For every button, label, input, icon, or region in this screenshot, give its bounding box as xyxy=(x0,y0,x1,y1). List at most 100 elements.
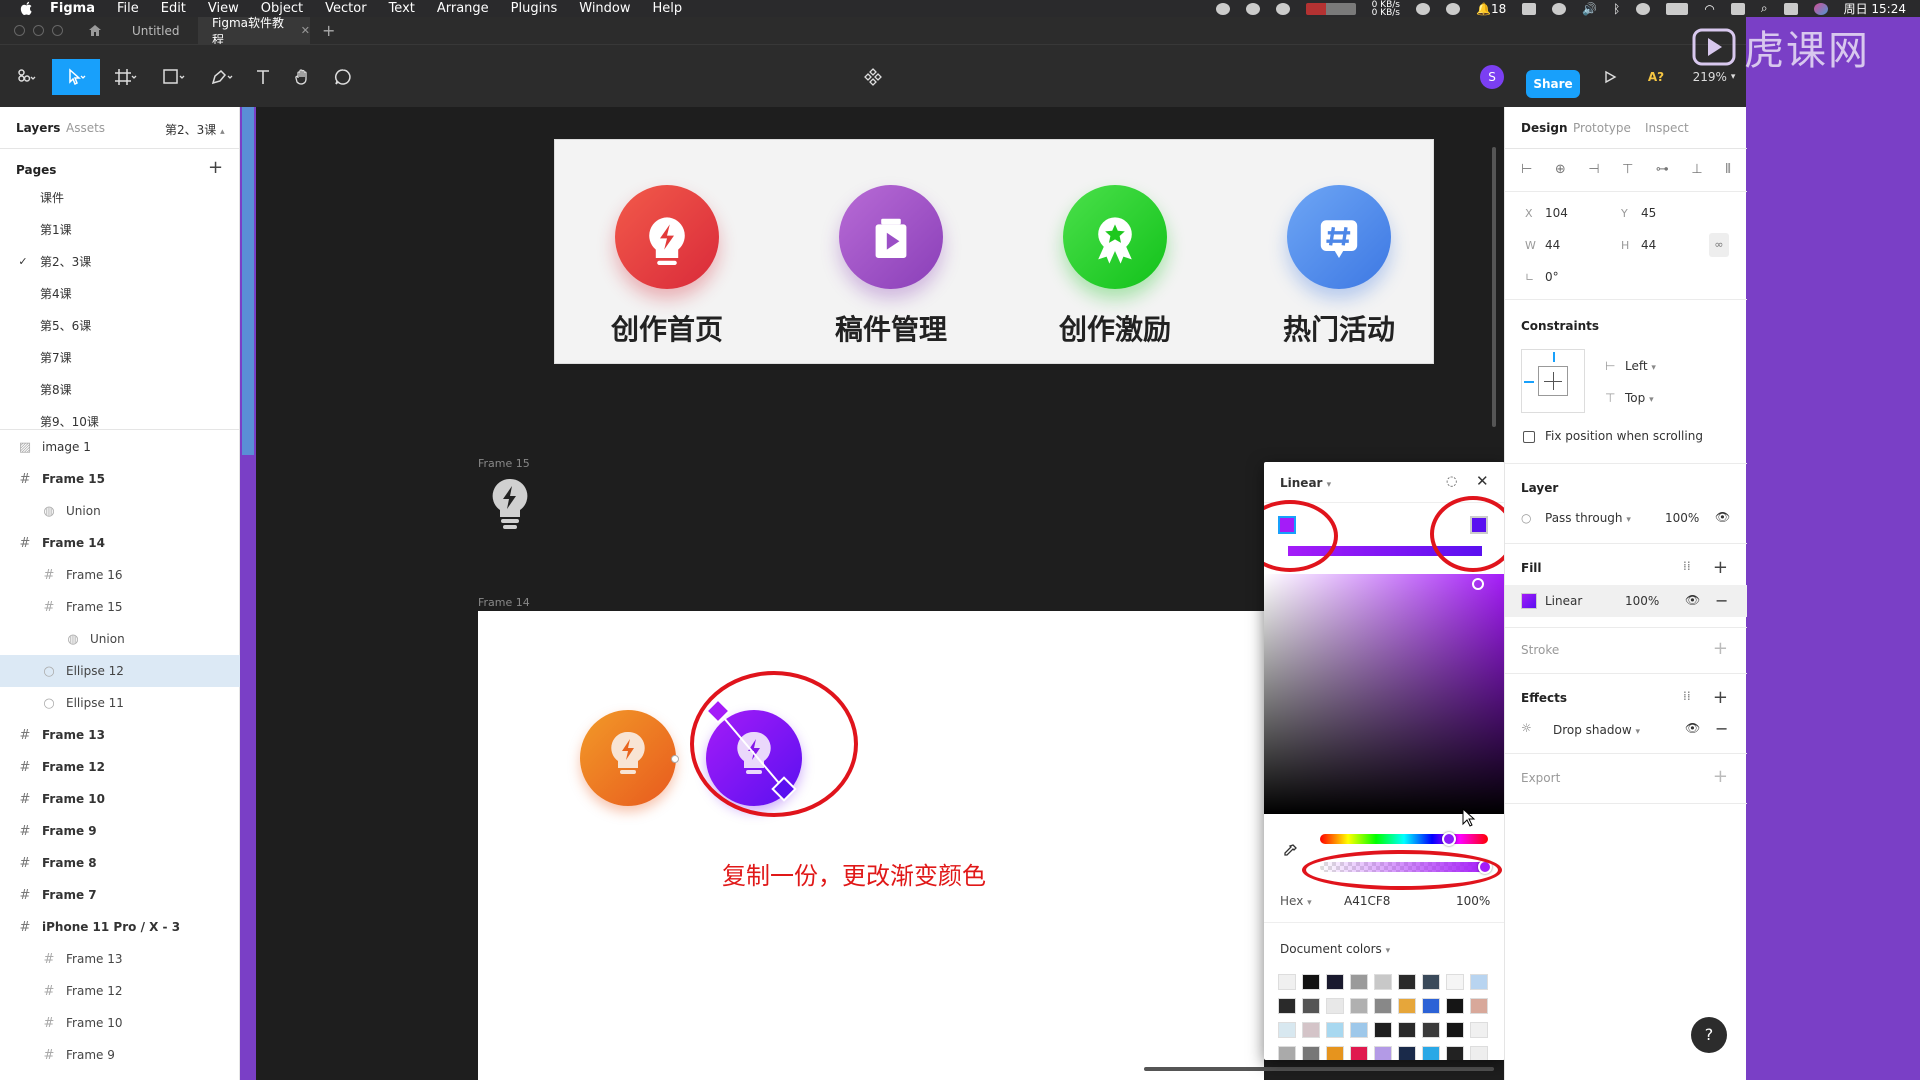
apple-icon[interactable] xyxy=(20,1,34,15)
doc-color-swatch[interactable] xyxy=(1374,974,1392,990)
doc-color-swatch[interactable] xyxy=(1302,1046,1320,1060)
doc-color-swatch[interactable] xyxy=(1398,974,1416,990)
gradient-type-dropdown[interactable]: Linear ▾ xyxy=(1280,476,1331,490)
layer-row[interactable]: ◍ Union xyxy=(0,495,240,527)
home-icon[interactable] xyxy=(88,17,110,44)
font-warning-button[interactable]: A? xyxy=(1644,59,1668,95)
cloud-icon[interactable] xyxy=(1245,2,1260,15)
notification-badge[interactable]: 🔔18 xyxy=(1476,2,1506,16)
doc-color-swatch[interactable] xyxy=(1446,974,1464,990)
x-input[interactable]: 104 xyxy=(1545,206,1568,220)
canvas-scrollbar-vertical[interactable] xyxy=(1492,147,1496,427)
gradient-handle[interactable] xyxy=(671,755,679,763)
layer-row[interactable]: # Frame 14 xyxy=(0,527,240,559)
doc-color-swatch[interactable] xyxy=(1350,1022,1368,1038)
menu-vector[interactable]: Vector xyxy=(325,1,366,16)
record-icon[interactable] xyxy=(1215,2,1230,15)
doc-color-swatch[interactable] xyxy=(1326,998,1344,1014)
menu-edit[interactable]: Edit xyxy=(161,1,186,16)
canvas-scrollbar-horizontal[interactable] xyxy=(1144,1067,1494,1071)
layer-row[interactable]: # Frame 12 xyxy=(0,975,240,1007)
page-item[interactable]: 第8课 xyxy=(0,373,240,405)
saturation-handle[interactable] xyxy=(1472,578,1484,590)
constraint-top[interactable] xyxy=(1553,352,1555,362)
effect-styles-icon[interactable]: ⁞⁞ xyxy=(1683,689,1691,703)
menu-plugins[interactable]: Plugins xyxy=(511,1,558,16)
constraint-left[interactable] xyxy=(1524,381,1534,383)
fill-swatch[interactable] xyxy=(1521,593,1537,609)
align-right-icon[interactable]: ⊣ xyxy=(1588,162,1599,177)
share-button[interactable]: Share xyxy=(1526,70,1580,98)
cpu-graph-icon[interactable] xyxy=(1305,2,1356,15)
doc-color-swatch[interactable] xyxy=(1374,998,1392,1014)
page-item[interactable]: 第5、6课 xyxy=(0,309,240,341)
doc-color-swatch[interactable] xyxy=(1398,1022,1416,1038)
keyboard-icon[interactable] xyxy=(1730,2,1745,15)
eyedropper-icon[interactable] xyxy=(1282,843,1298,862)
doc-colors-dropdown[interactable]: Document colors ▾ xyxy=(1280,942,1390,956)
layer-row[interactable]: ◍ Union xyxy=(0,623,240,655)
doc-color-swatch[interactable] xyxy=(1350,998,1368,1014)
constraint-v-dropdown[interactable]: Top ▾ xyxy=(1625,391,1654,405)
doc-color-swatch[interactable] xyxy=(1350,1046,1368,1060)
page-item[interactable]: 第1课 xyxy=(0,213,240,245)
add-fill-icon[interactable]: + xyxy=(1713,559,1728,577)
bluetooth-icon[interactable]: ᛒ xyxy=(1613,2,1620,16)
layer-row[interactable]: # Frame 15 xyxy=(0,591,240,623)
remove-fill-icon[interactable]: − xyxy=(1715,591,1728,610)
control-center-icon[interactable] xyxy=(1783,2,1798,15)
pen-tool[interactable] xyxy=(204,59,240,95)
doc-color-swatch[interactable] xyxy=(1398,998,1416,1014)
image-1-banner[interactable]: 创作首页 稿件管理 创作激励 热门活动 xyxy=(554,139,1434,364)
blend-mode-dropdown[interactable]: Pass through ▾ xyxy=(1545,511,1631,525)
page-item[interactable]: 课件 xyxy=(0,181,240,213)
component-tool[interactable] xyxy=(858,59,888,95)
doc-color-swatch[interactable] xyxy=(1302,974,1320,990)
close-tab-icon[interactable]: ✕ xyxy=(301,24,310,37)
menu-app-figma[interactable]: Figma xyxy=(50,1,95,16)
menu-window[interactable]: Window xyxy=(579,1,630,16)
hex-input[interactable]: A41CF8 xyxy=(1344,894,1390,908)
clock[interactable]: 周日 15:24 xyxy=(1844,0,1906,17)
fix-position-checkbox[interactable] xyxy=(1523,431,1535,443)
h-input[interactable]: 44 xyxy=(1641,238,1656,252)
add-export-icon[interactable]: + xyxy=(1713,768,1728,786)
doc-color-swatch[interactable] xyxy=(1398,1046,1416,1060)
present-button[interactable] xyxy=(1598,59,1622,95)
tab-assets[interactable]: Assets xyxy=(66,121,105,135)
sun-icon[interactable]: ☼ xyxy=(1521,721,1532,735)
layer-row[interactable]: # Frame 7 xyxy=(0,879,240,911)
color-format-dropdown[interactable]: Hex ▾ xyxy=(1280,894,1312,908)
doc-color-swatch[interactable] xyxy=(1278,974,1296,990)
doc-color-swatch[interactable] xyxy=(1302,998,1320,1014)
layer-row[interactable]: # Frame 8 xyxy=(0,847,240,879)
align-left-icon[interactable]: ⊢ xyxy=(1521,162,1532,177)
remove-effect-icon[interactable]: − xyxy=(1715,719,1728,738)
frame-14[interactable]: 复制一份，更改渐变颜色 xyxy=(478,611,1264,1080)
doc-color-swatch[interactable] xyxy=(1278,1046,1296,1060)
layer-row[interactable]: ○ Ellipse 11 xyxy=(0,687,240,719)
battery-icon[interactable] xyxy=(1666,2,1689,15)
wechat-icon[interactable] xyxy=(1445,2,1460,15)
align-top-icon[interactable]: ⊤ xyxy=(1622,162,1633,177)
distribute-icon[interactable]: ⦀ xyxy=(1725,162,1731,177)
align-bottom-icon[interactable]: ⊥ xyxy=(1691,162,1702,177)
frame-tool[interactable] xyxy=(108,59,144,95)
doc-color-swatch[interactable] xyxy=(1422,1022,1440,1038)
move-tool[interactable] xyxy=(52,59,100,95)
layer-row[interactable]: # Frame 10 xyxy=(0,1007,240,1039)
layer-opacity-input[interactable]: 100% xyxy=(1665,511,1699,525)
help-button[interactable]: ? xyxy=(1691,1017,1727,1053)
ellipse-11[interactable] xyxy=(580,710,676,806)
constraint-widget[interactable] xyxy=(1521,349,1585,413)
shape-tool[interactable] xyxy=(156,59,192,95)
doc-color-swatch[interactable] xyxy=(1374,1022,1392,1038)
page-item[interactable]: 第7课 xyxy=(0,341,240,373)
menu-text[interactable]: Text xyxy=(389,1,415,16)
frame15-label[interactable]: Frame 15 xyxy=(478,457,530,470)
y-input[interactable]: 45 xyxy=(1641,206,1656,220)
main-menu-button[interactable] xyxy=(10,59,44,95)
layer-row[interactable]: ▨ image 1 xyxy=(0,431,240,463)
menu-help[interactable]: Help xyxy=(653,1,683,16)
layer-row[interactable]: # Frame 12 xyxy=(0,751,240,783)
